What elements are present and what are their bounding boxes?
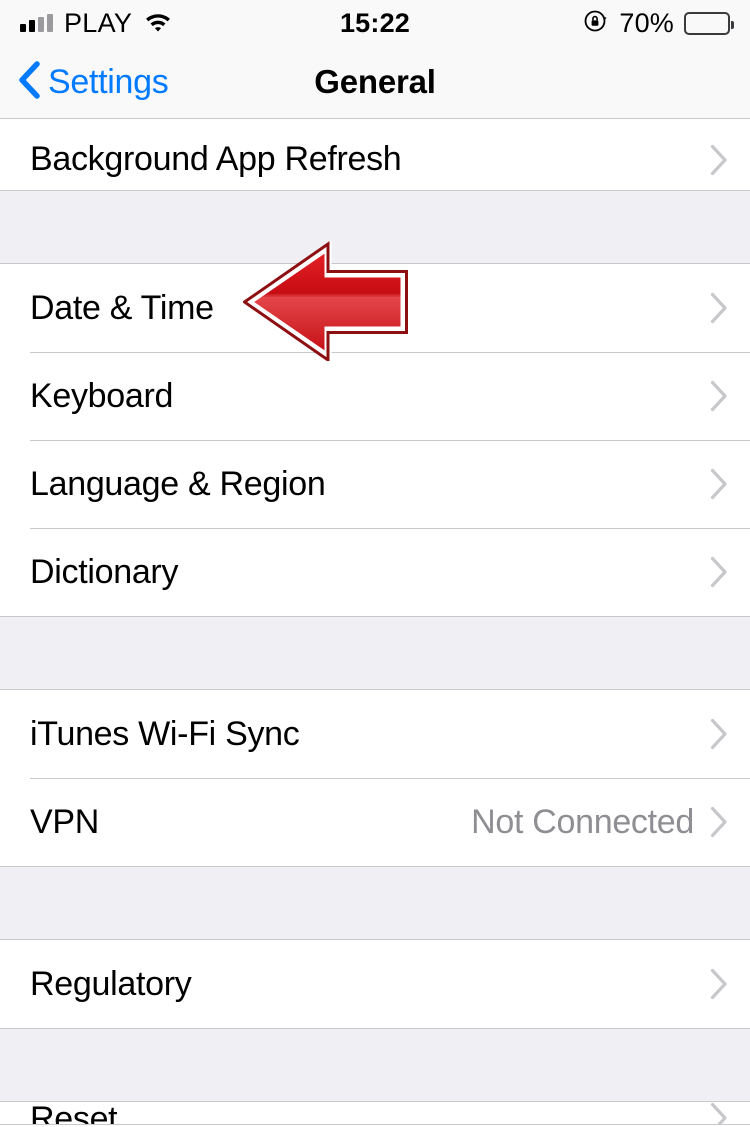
row-accessory-group — [710, 718, 728, 750]
settings-row[interactable]: Dictionary — [0, 528, 750, 616]
status-bar-right: 70% — [583, 7, 734, 39]
iphone-settings-general-screen: PLAY 15:22 70% Settings General Backgrou… — [0, 0, 750, 1127]
row-label: VPN — [30, 803, 100, 841]
settings-section-date-keyboard-language: Date & Time Keyboard Language & Region Dict… — [0, 263, 750, 617]
status-bar: PLAY 15:22 70% — [0, 0, 750, 46]
row-label: Dictionary — [30, 553, 179, 591]
settings-section-sync-vpn: iTunes Wi-Fi Sync VPN Not Connected — [0, 689, 750, 867]
chevron-right-icon — [710, 292, 727, 324]
row-detail-value: Not Connected — [471, 803, 694, 841]
section-gap — [0, 867, 750, 939]
cellular-signal-icon — [20, 14, 53, 32]
chevron-right-icon — [710, 468, 727, 500]
row-accessory-group — [710, 968, 728, 1000]
section-gap — [0, 191, 750, 263]
chevron-left-icon — [18, 60, 40, 104]
row-label: Language & Region — [30, 465, 326, 503]
row-accessory-group — [710, 144, 728, 176]
settings-row[interactable]: Background App Refresh — [0, 119, 750, 190]
settings-row[interactable]: Language & Region — [0, 440, 750, 528]
chevron-right-icon — [710, 144, 727, 176]
battery-percentage-label: 70% — [619, 7, 674, 38]
chevron-right-icon — [710, 556, 727, 588]
navigation-bar: Settings General — [0, 46, 750, 119]
row-accessory-group — [710, 468, 728, 500]
row-label: iTunes Wi-Fi Sync — [30, 715, 300, 753]
chevron-right-icon — [710, 806, 727, 838]
chevron-right-icon — [710, 380, 727, 412]
settings-row[interactable]: iTunes Wi-Fi Sync — [0, 690, 750, 778]
back-button[interactable]: Settings — [0, 60, 169, 104]
battery-icon — [684, 11, 734, 35]
row-accessory-group: Not Connected — [471, 805, 728, 839]
row-accessory-group — [710, 556, 728, 588]
section-gap — [0, 1029, 750, 1101]
row-accessory-group — [710, 292, 728, 324]
row-label: Date & Time — [30, 289, 214, 327]
settings-section-regulatory: Regulatory — [0, 939, 750, 1029]
chevron-right-icon — [710, 968, 727, 1000]
row-label: Regulatory — [30, 965, 192, 1003]
chevron-right-icon — [710, 1102, 727, 1124]
back-button-label: Settings — [48, 63, 169, 101]
settings-row[interactable]: Regulatory — [0, 940, 750, 1028]
rotation-lock-icon — [583, 8, 609, 39]
settings-list[interactable]: Background App Refresh Date & Time Keyboar… — [0, 119, 750, 1125]
status-bar-left: PLAY — [20, 7, 173, 38]
settings-section-reset: Reset — [0, 1101, 750, 1125]
carrier-label: PLAY — [64, 7, 133, 38]
settings-row[interactable]: VPN Not Connected — [0, 778, 750, 866]
row-label: Keyboard — [30, 377, 174, 415]
settings-row[interactable]: Keyboard — [0, 352, 750, 440]
section-gap — [0, 617, 750, 689]
row-label: Background App Refresh — [30, 140, 402, 178]
row-label: Reset — [30, 1102, 118, 1124]
row-accessory-group — [710, 1102, 728, 1124]
settings-section-background-refresh: Background App Refresh — [0, 119, 750, 191]
chevron-right-icon — [710, 718, 727, 750]
row-accessory-group — [710, 380, 728, 412]
settings-row[interactable]: Date & Time — [0, 264, 750, 352]
settings-row[interactable]: Reset — [0, 1102, 750, 1124]
wifi-icon — [143, 10, 173, 37]
